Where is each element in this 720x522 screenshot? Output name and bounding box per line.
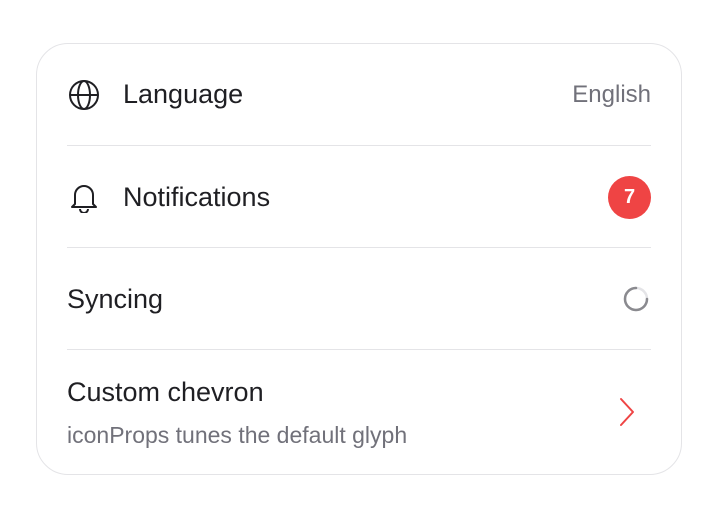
settings-row-syncing[interactable]: Syncing bbox=[67, 248, 651, 350]
bell-icon bbox=[67, 180, 101, 214]
custom-chevron-label: Custom chevron bbox=[67, 377, 264, 407]
settings-row-notifications[interactable]: Notifications 7 bbox=[67, 146, 651, 248]
globe-icon bbox=[67, 78, 101, 112]
chevron-right-icon bbox=[617, 396, 641, 430]
settings-row-language[interactable]: Language English bbox=[67, 44, 651, 145]
settings-row-custom-chevron[interactable]: Custom chevron iconProps tunes the defau… bbox=[67, 350, 651, 476]
custom-chevron-description: iconProps tunes the default glyph bbox=[67, 422, 408, 448]
syncing-label: Syncing bbox=[67, 283, 164, 314]
language-label: Language bbox=[123, 79, 244, 109]
custom-chevron-text: Custom chevron iconProps tunes the defau… bbox=[67, 377, 617, 449]
language-value: English bbox=[572, 80, 651, 108]
spinner-icon bbox=[621, 284, 651, 314]
settings-card: Language English Notifications 7 Syncing… bbox=[36, 43, 682, 475]
notification-count-badge: 7 bbox=[608, 175, 651, 219]
notifications-label: Notifications bbox=[123, 181, 271, 212]
